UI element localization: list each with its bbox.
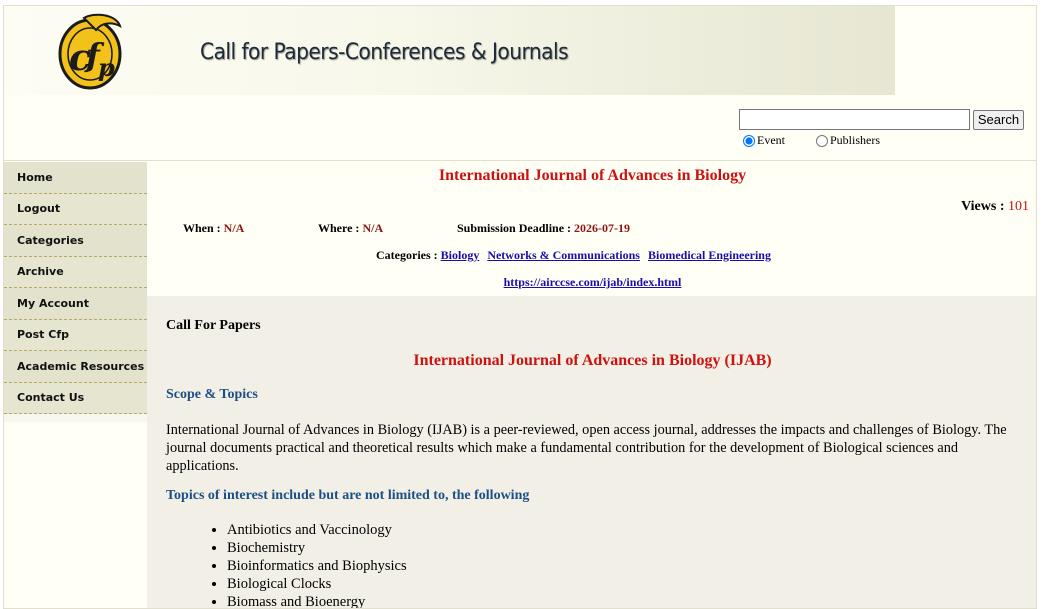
journal-website-link[interactable]: https://airccse.com/ijab/index.html xyxy=(504,275,682,289)
search-input[interactable] xyxy=(739,109,970,130)
when-value: N/A xyxy=(223,221,245,235)
topics-heading: Topics of interest include but are not l… xyxy=(166,488,530,503)
journal-heading: International Journal of Advances in Bio… xyxy=(413,352,772,369)
main-content: International Journal of Advances in Bio… xyxy=(147,162,1036,608)
where-value: N/A xyxy=(362,221,384,235)
page-frame: c f p Call for Papers-Conferences & Jour… xyxy=(3,5,1037,609)
sidebar-item-academic-resources[interactable]: Academic Resources xyxy=(4,351,147,383)
views-label: Views : xyxy=(961,199,1005,214)
category-link-networks[interactable]: Networks & Communications xyxy=(487,248,640,262)
search-button[interactable]: Search xyxy=(973,110,1024,130)
submission-deadline: Submission Deadline : 2026-07-19 xyxy=(457,221,630,236)
sidebar-item-my-account[interactable]: My Account xyxy=(4,288,147,320)
list-item: Biochemistry xyxy=(227,539,407,557)
publishers-radio[interactable] xyxy=(816,134,828,147)
deadline-label: Submission Deadline : xyxy=(457,221,572,235)
event-radio[interactable] xyxy=(743,134,755,147)
header-divider xyxy=(4,160,1036,161)
site-title: Call for Papers-Conferences & Journals xyxy=(200,40,569,65)
list-item: Biological Clocks xyxy=(227,575,407,593)
list-item: Bioinformatics and Biophysics xyxy=(227,557,407,575)
list-item: Biomass and Bioenergy xyxy=(227,593,407,608)
scope-heading: Scope & Topics xyxy=(166,387,258,402)
event-where: Where : N/A xyxy=(318,221,383,236)
sidebar-item-contact-us[interactable]: Contact Us xyxy=(4,382,147,414)
radio-publishers-label: Publishers xyxy=(830,133,881,147)
sidebar-nav: Home Logout Categories Archive My Accoun… xyxy=(4,162,147,422)
cfp-logo[interactable]: c f p xyxy=(50,10,130,94)
cfp-details-panel: Call For Papers International Journal of… xyxy=(147,296,1036,608)
radio-publishers-option[interactable]: Publishers xyxy=(816,133,880,148)
category-link-biology[interactable]: Biology xyxy=(441,248,480,262)
when-label: When : xyxy=(183,221,221,235)
views-counter: Views : 101 xyxy=(961,199,1029,215)
cfp-heading: Call For Papers xyxy=(166,318,261,333)
journal-description: International Journal of Advances in Bio… xyxy=(166,422,1007,474)
where-label: Where : xyxy=(318,221,360,235)
event-title: International Journal of Advances in Bio… xyxy=(438,167,747,184)
deadline-value: 2026-07-19 xyxy=(574,221,631,235)
sidebar-item-archive[interactable]: Archive xyxy=(4,256,147,288)
journal-link-row: https://airccse.com/ijab/index.html xyxy=(147,275,1036,290)
sidebar-item-logout[interactable]: Logout xyxy=(4,193,147,225)
category-link-biomedical[interactable]: Biomedical Engineering xyxy=(648,248,771,262)
header-banner: c f p Call for Papers-Conferences & Jour… xyxy=(4,6,895,95)
radio-event-label: Event xyxy=(757,133,785,147)
sidebar-item-categories[interactable]: Categories xyxy=(4,225,147,257)
views-count: 101 xyxy=(1008,199,1029,214)
event-when: When : N/A xyxy=(183,221,244,236)
list-item: Antibiotics and Vaccinology xyxy=(227,521,407,539)
radio-event-option[interactable]: Event xyxy=(743,133,785,148)
topics-list: Antibiotics and Vaccinology Biochemistry… xyxy=(209,521,407,608)
sidebar-item-home[interactable]: Home xyxy=(4,162,147,194)
svg-text:p: p xyxy=(98,53,115,82)
categories-label: Categories : xyxy=(376,248,438,262)
sidebar-item-post-cfp[interactable]: Post Cfp xyxy=(4,319,147,351)
event-categories: Categories : Biology Networks & Communic… xyxy=(376,248,776,263)
